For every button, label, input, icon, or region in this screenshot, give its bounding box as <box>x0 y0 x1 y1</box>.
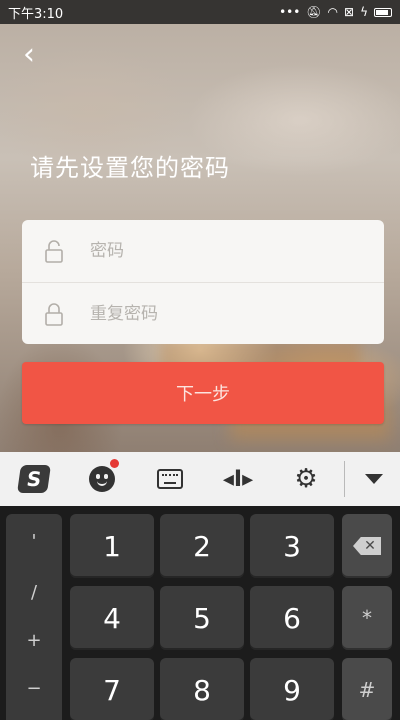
cursor-move-icon: ◂I▸ <box>222 466 254 492</box>
numeric-keypad: ' / + − 1 2 3 ✕ 4 5 6 * 7 8 9 # <box>0 506 400 720</box>
symbol-key[interactable]: / <box>6 568 62 616</box>
digit-key-7[interactable]: 7 <box>70 658 154 720</box>
collapse-keyboard-icon <box>364 474 383 484</box>
password-row[interactable] <box>22 220 384 282</box>
sim-icon: ⊠ <box>344 5 355 19</box>
symbol-key[interactable]: − <box>6 664 62 712</box>
unlocked-lock-icon <box>45 240 63 263</box>
sogou-button[interactable]: S <box>0 452 68 506</box>
dots-icon: ••• <box>279 5 301 19</box>
digit-key-8[interactable]: 8 <box>160 658 244 720</box>
next-step-button[interactable]: 下一步 <box>22 362 384 424</box>
digit-key-1[interactable]: 1 <box>70 514 154 578</box>
locked-lock-icon <box>45 302 63 326</box>
status-icons: ••• 🔕︎ ◠ ⊠ ϟ <box>279 5 392 19</box>
password-input[interactable] <box>90 241 340 261</box>
digit-key-2[interactable]: 2 <box>160 514 244 578</box>
collapse-keyboard-button[interactable] <box>347 452 400 506</box>
keyboard-switch-button[interactable] <box>136 452 204 506</box>
emoji-button[interactable] <box>68 452 136 506</box>
wifi-icon: ◠ <box>327 5 339 19</box>
status-bar: 下午3:10 ••• 🔕︎ ◠ ⊠ ϟ <box>0 0 400 24</box>
symbol-column[interactable]: ' / + − <box>6 514 62 720</box>
symbol-key[interactable]: + <box>6 616 62 664</box>
emoji-icon <box>89 466 115 492</box>
battery-icon <box>374 7 392 17</box>
keyboard-icon <box>157 469 183 489</box>
settings-button[interactable]: ⚙ <box>272 452 340 506</box>
back-button[interactable]: ‹ <box>12 38 46 72</box>
status-time: 下午3:10 <box>8 6 64 22</box>
digit-key-9[interactable]: 9 <box>250 658 334 720</box>
gear-icon: ⚙ <box>294 464 318 494</box>
digit-key-5[interactable]: 5 <box>160 586 244 650</box>
asterisk-key[interactable]: * <box>342 586 392 650</box>
digit-key-4[interactable]: 4 <box>70 586 154 650</box>
confirm-password-input[interactable] <box>90 303 340 324</box>
hash-key[interactable]: # <box>342 658 392 720</box>
keyboard-toolbar: S ◂I▸ ⚙ <box>0 452 400 506</box>
toolbar-divider <box>344 461 345 497</box>
mute-icon: 🔕︎ <box>306 5 322 19</box>
backspace-icon: ✕ <box>353 537 381 555</box>
charging-icon: ϟ <box>360 5 368 19</box>
confirm-password-row[interactable] <box>22 282 384 344</box>
digit-key-3[interactable]: 3 <box>250 514 334 578</box>
notification-dot <box>110 459 119 468</box>
page-title: 请先设置您的密码 <box>30 154 230 182</box>
backspace-key[interactable]: ✕ <box>342 514 392 578</box>
back-arrow-icon: ‹ <box>23 37 35 72</box>
cursor-move-button[interactable]: ◂I▸ <box>204 452 272 506</box>
digit-key-6[interactable]: 6 <box>250 586 334 650</box>
symbol-key[interactable]: ' <box>6 514 62 568</box>
sogou-logo-icon: S <box>17 465 51 493</box>
password-form <box>22 220 384 344</box>
